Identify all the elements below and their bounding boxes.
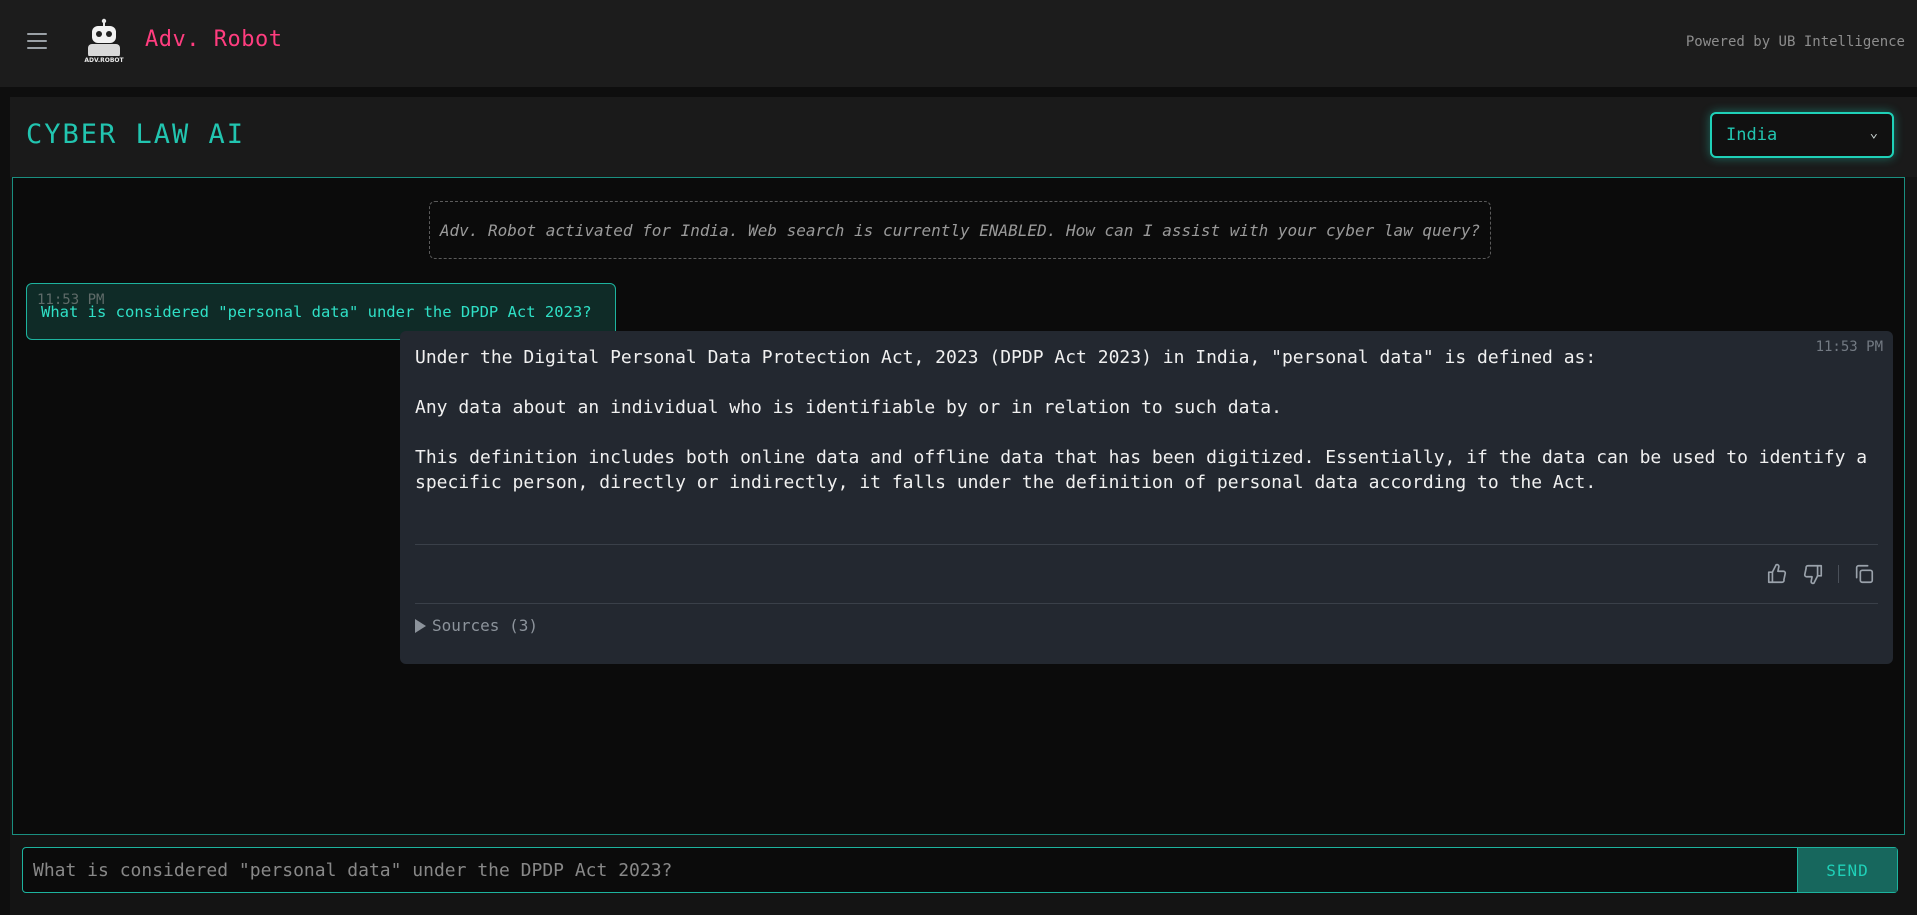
svg-text:ADV.ROBOT: ADV.ROBOT	[84, 57, 124, 64]
sources-label: Sources (3)	[432, 616, 538, 635]
sources-toggle[interactable]: Sources (3)	[415, 616, 538, 635]
message-actions	[1766, 563, 1875, 585]
user-message-text: What is considered "personal data" under…	[41, 303, 592, 321]
country-select-value: India	[1726, 125, 1778, 145]
triangle-right-icon	[415, 618, 426, 633]
menu-icon[interactable]	[27, 33, 47, 49]
main-panel: CYBER LAW AI India ⌄ Adv. Robot activate…	[10, 97, 1917, 915]
robot-logo-icon: ADV.ROBOT	[84, 18, 125, 64]
actions-separator	[1838, 565, 1839, 583]
powered-by-text: Powered by UB Intelligence	[1685, 34, 1905, 50]
system-message: Adv. Robot activated for India. Web sear…	[429, 201, 1491, 259]
chat-area[interactable]: Adv. Robot activated for India. Web sear…	[12, 177, 1905, 835]
bot-message: 11:53 PM Under the Digital Personal Data…	[400, 331, 1893, 664]
divider	[415, 544, 1878, 545]
panel-header: CYBER LAW AI India ⌄	[10, 97, 1917, 177]
bot-message-paragraph: Any data about an individual who is iden…	[415, 397, 1282, 418]
chevron-down-icon: ⌄	[1869, 125, 1878, 141]
bot-message-paragraph: Under the Digital Personal Data Protecti…	[415, 347, 1597, 368]
thumbs-up-icon[interactable]	[1766, 563, 1788, 585]
bot-message-paragraph: This definition includes both online dat…	[415, 447, 1868, 493]
country-select[interactable]: India ⌄	[1710, 112, 1894, 158]
chat-input-bar: SEND	[22, 847, 1898, 893]
chat-input[interactable]	[23, 848, 1797, 892]
copy-icon[interactable]	[1853, 563, 1875, 585]
send-button[interactable]: SEND	[1797, 848, 1897, 892]
top-bar: ADV.ROBOT Adv. Robot Powered by UB Intel…	[0, 0, 1917, 87]
brand-name: Adv. Robot	[145, 27, 283, 52]
thumbs-down-icon[interactable]	[1802, 563, 1824, 585]
divider	[415, 603, 1878, 604]
page-title: CYBER LAW AI	[26, 119, 246, 150]
system-message-text: Adv. Robot activated for India. Web sear…	[439, 220, 1481, 240]
